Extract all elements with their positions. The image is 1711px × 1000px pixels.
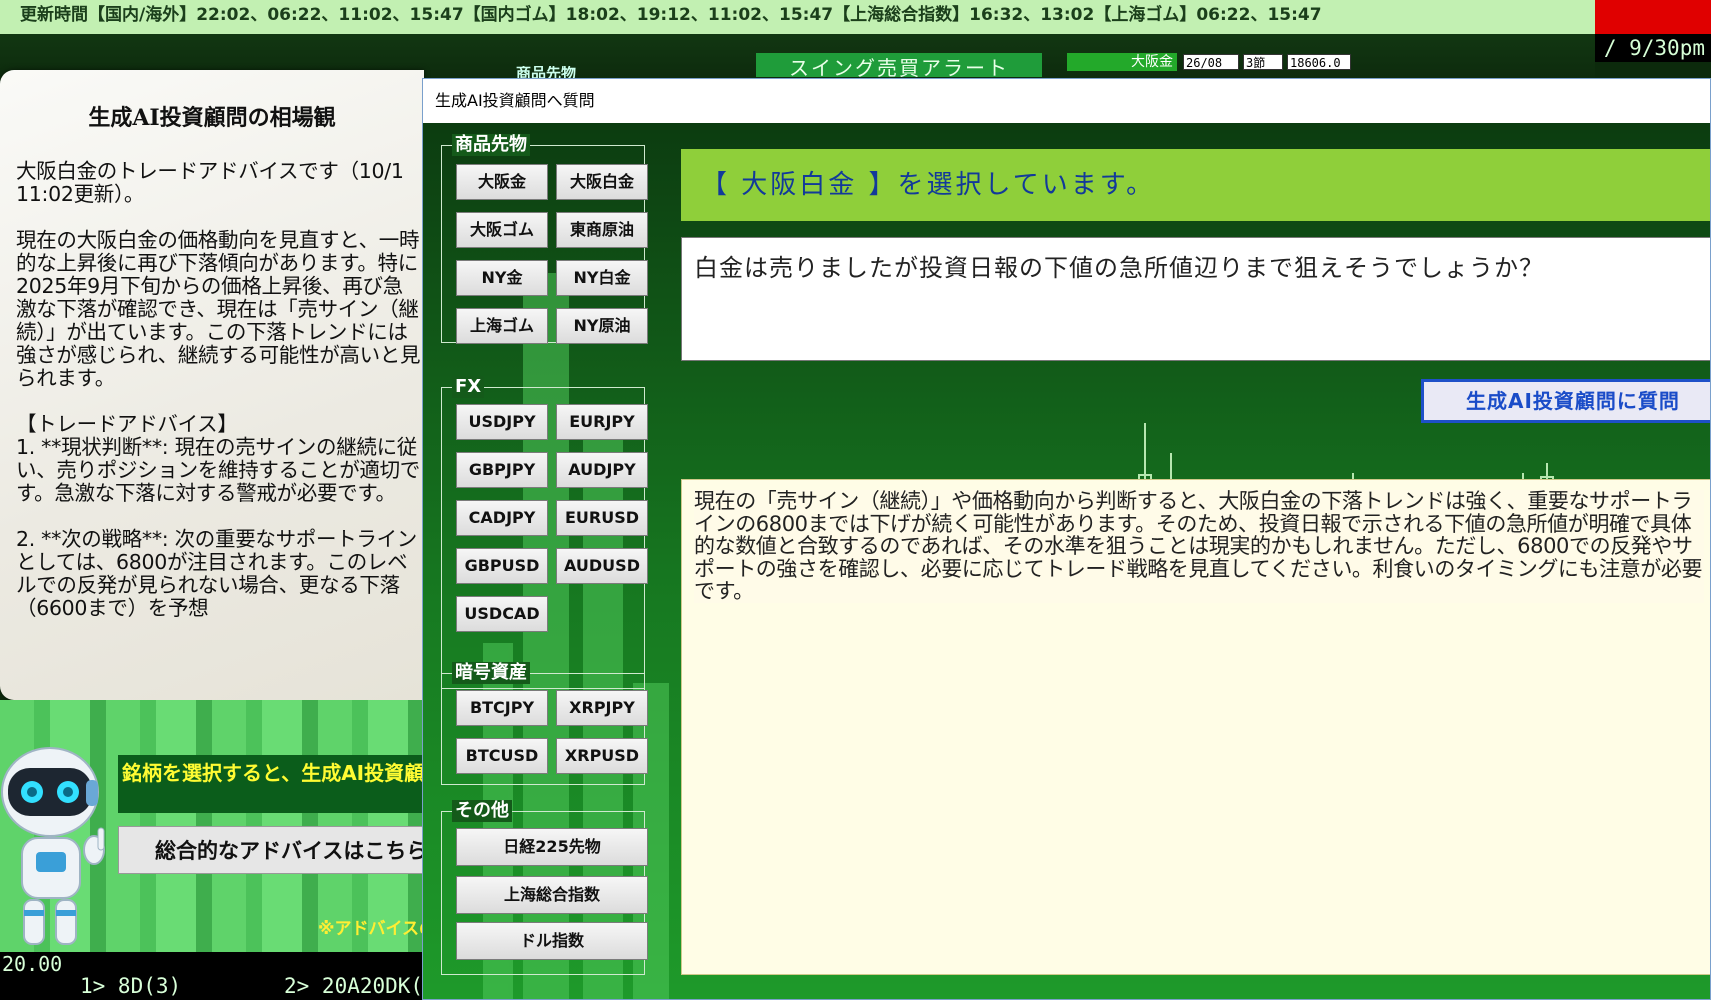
market-view-panel: 生成AI投資顧問の相場観 大阪白金のトレードアドバイスです（10/1 11:02… xyxy=(0,70,424,700)
update-ticker: 更新時間【国内/海外】22:02、06:22、11:02、15:47【国内ゴム】… xyxy=(0,0,1595,34)
swing-alert-button[interactable]: スイング売買アラート xyxy=(756,53,1042,77)
select-instruction: 銘柄を選択すると、生成AI投資顧問からのアドバイスが表示されます。 xyxy=(118,755,424,813)
indicator-value: 20.00 xyxy=(2,952,63,976)
crypto-group-label: 暗号資産 xyxy=(452,662,530,684)
btn-eurjpy[interactable]: EURJPY xyxy=(556,404,648,440)
btn-shanghai-composite[interactable]: 上海総合指数 xyxy=(456,876,648,914)
btn-btcusd[interactable]: BTCUSD xyxy=(456,738,548,774)
question-input[interactable]: 白金は売りましたが投資日報の下値の急所値辺りまで狙えそうでしょうか？ xyxy=(681,237,1710,361)
btn-osaka-gold[interactable]: 大阪金 xyxy=(456,164,548,200)
other-group-label: その他 xyxy=(452,800,512,822)
session-field: 3節 xyxy=(1243,54,1283,70)
answer-panel: 現在の「売サイン（継続）」や価格動向から判断すると、大阪白金の下落トレンドは強く… xyxy=(681,479,1710,975)
btn-xrpjpy[interactable]: XRPJPY xyxy=(556,690,648,726)
btn-gbpusd[interactable]: GBPUSD xyxy=(456,548,548,584)
ask-advisor-button[interactable]: 生成AI投資顧問に質問 xyxy=(1421,379,1710,423)
btn-audjpy[interactable]: AUDJPY xyxy=(556,452,648,488)
dialog-title: 生成AI投資顧問へ質問 xyxy=(423,79,1710,123)
red-indicator xyxy=(1595,0,1711,34)
market-view-title: 生成AI投資顧問の相場観 xyxy=(88,105,336,131)
indicator-item-2: 2> 20A20DK( xyxy=(284,974,424,998)
btn-eurusd[interactable]: EURUSD xyxy=(556,500,648,536)
other-group: その他 日経225先物 上海総合指数 ドル指数 xyxy=(441,800,648,975)
commodities-group-label: 商品先物 xyxy=(452,134,530,156)
commodities-group: 商品先物 大阪金 大阪白金 大阪ゴム 東商原油 NY金 NY白金 上海ゴム NY… xyxy=(441,134,648,344)
btn-usdcad[interactable]: USDCAD xyxy=(456,596,548,632)
selected-instrument-banner: 【 大阪白金 】を選択しています。 xyxy=(681,149,1710,221)
btn-nikkei225[interactable]: 日経225先物 xyxy=(456,828,648,866)
date-strip: / 9/30pm xyxy=(1595,34,1711,62)
advice-note: ※アドバイスの xyxy=(318,919,424,936)
contract-field: 26/08 xyxy=(1183,54,1239,70)
answer-text: 現在の「売サイン（継続）」や価格動向から判断すると、大阪白金の下落トレンドは強く… xyxy=(694,489,1704,603)
btn-shanghai-rubber[interactable]: 上海ゴム xyxy=(456,308,548,344)
fx-group: FX USDJPY EURJPY GBPJPY AUDJPY CADJPY EU… xyxy=(441,376,648,689)
btn-ny-gold[interactable]: NY金 xyxy=(456,260,548,296)
overall-advice-button[interactable]: 総合的なアドバイスはこちら xyxy=(118,826,424,874)
price-field: 18606.0 xyxy=(1287,54,1351,70)
robot-mascot-icon xyxy=(1,747,105,945)
btn-ny-platinum[interactable]: NY白金 xyxy=(556,260,648,296)
dialog-body: 商品先物 大阪金 大阪白金 大阪ゴム 東商原油 NY金 NY白金 上海ゴム NY… xyxy=(423,123,1710,999)
btn-cadjpy[interactable]: CADJPY xyxy=(456,500,548,536)
crypto-group: 暗号資産 BTCJPY XRPJPY BTCUSD XRPUSD xyxy=(441,662,648,785)
btn-tokyo-crude[interactable]: 東商原油 xyxy=(556,212,648,248)
btn-gbpjpy[interactable]: GBPJPY xyxy=(456,452,548,488)
fx-group-label: FX xyxy=(452,376,485,398)
market-view-text: 大阪白金のトレードアドバイスです（10/1 11:02更新）。 現在の大阪白金の… xyxy=(16,160,421,620)
btn-audusd[interactable]: AUDUSD xyxy=(556,548,648,584)
btn-xrpusd[interactable]: XRPUSD xyxy=(556,738,648,774)
btn-ny-crude[interactable]: NY原油 xyxy=(556,308,648,344)
btn-osaka-rubber[interactable]: 大阪ゴム xyxy=(456,212,548,248)
btn-btcjpy[interactable]: BTCJPY xyxy=(456,690,548,726)
ask-ai-advisor-dialog: 生成AI投資顧問へ質問 商品先物 大阪金 大阪白金 大阪ゴム 東商原油 NY金 … xyxy=(422,78,1711,1000)
btn-osaka-platinum[interactable]: 大阪白金 xyxy=(556,164,648,200)
osaka-gold-label: 大阪金 xyxy=(1067,53,1177,71)
btn-usdjpy[interactable]: USDJPY xyxy=(456,404,548,440)
indicator-item-1: 1> 8D(3) xyxy=(80,974,182,998)
btn-dollar-index[interactable]: ドル指数 xyxy=(456,922,648,960)
indicator-strip: 20.00 1> 8D(3) 2> 20A20DK( xyxy=(0,952,424,1000)
